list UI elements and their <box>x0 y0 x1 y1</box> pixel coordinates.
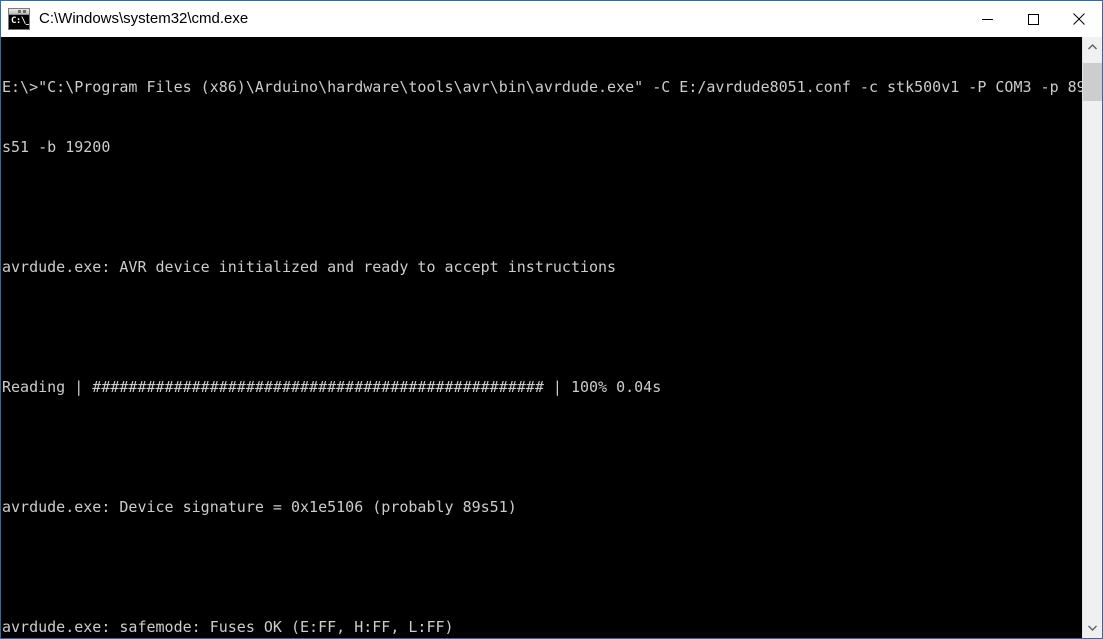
console-area[interactable]: E:\>"C:\Program Files (x86)\Arduino\hard… <box>1 37 1102 638</box>
console-line: avrdude.exe: safemode: Fuses OK (E:FF, H… <box>2 618 454 636</box>
cmd-window: C:\_ C:\Windows\system32\cmd.exe E:\>"C:… <box>0 0 1103 639</box>
scrollbar-thumb[interactable] <box>1083 63 1102 101</box>
window-controls <box>964 1 1102 37</box>
console-line: E:\>"C:\Program Files (x86)\Arduino\hard… <box>2 78 1082 96</box>
cmd-icon: C:\_ <box>8 8 30 30</box>
console-output[interactable]: E:\>"C:\Program Files (x86)\Arduino\hard… <box>1 37 1082 638</box>
cmd-icon-dot-1 <box>18 10 21 13</box>
console-line: Reading | ##############################… <box>2 378 662 396</box>
scroll-down-arrow-icon[interactable] <box>1083 618 1102 638</box>
console-line: s51 -b 19200 <box>2 138 111 156</box>
title-bar-left: C:\_ C:\Windows\system32\cmd.exe <box>1 1 964 37</box>
maximize-button[interactable] <box>1010 1 1056 37</box>
cmd-icon-prompt-text: C:\_ <box>9 15 29 29</box>
minimize-button[interactable] <box>964 1 1010 37</box>
window-title: C:\Windows\system32\cmd.exe <box>39 10 249 27</box>
title-bar[interactable]: C:\_ C:\Windows\system32\cmd.exe <box>1 1 1102 37</box>
vertical-scrollbar[interactable] <box>1082 37 1102 638</box>
scroll-up-arrow-icon[interactable] <box>1083 37 1102 57</box>
console-line: avrdude.exe: AVR device initialized and … <box>2 258 617 276</box>
cmd-icon-dot-2 <box>23 10 26 13</box>
close-button[interactable] <box>1056 1 1102 37</box>
console-line: avrdude.exe: Device signature = 0x1e5106… <box>2 498 517 516</box>
